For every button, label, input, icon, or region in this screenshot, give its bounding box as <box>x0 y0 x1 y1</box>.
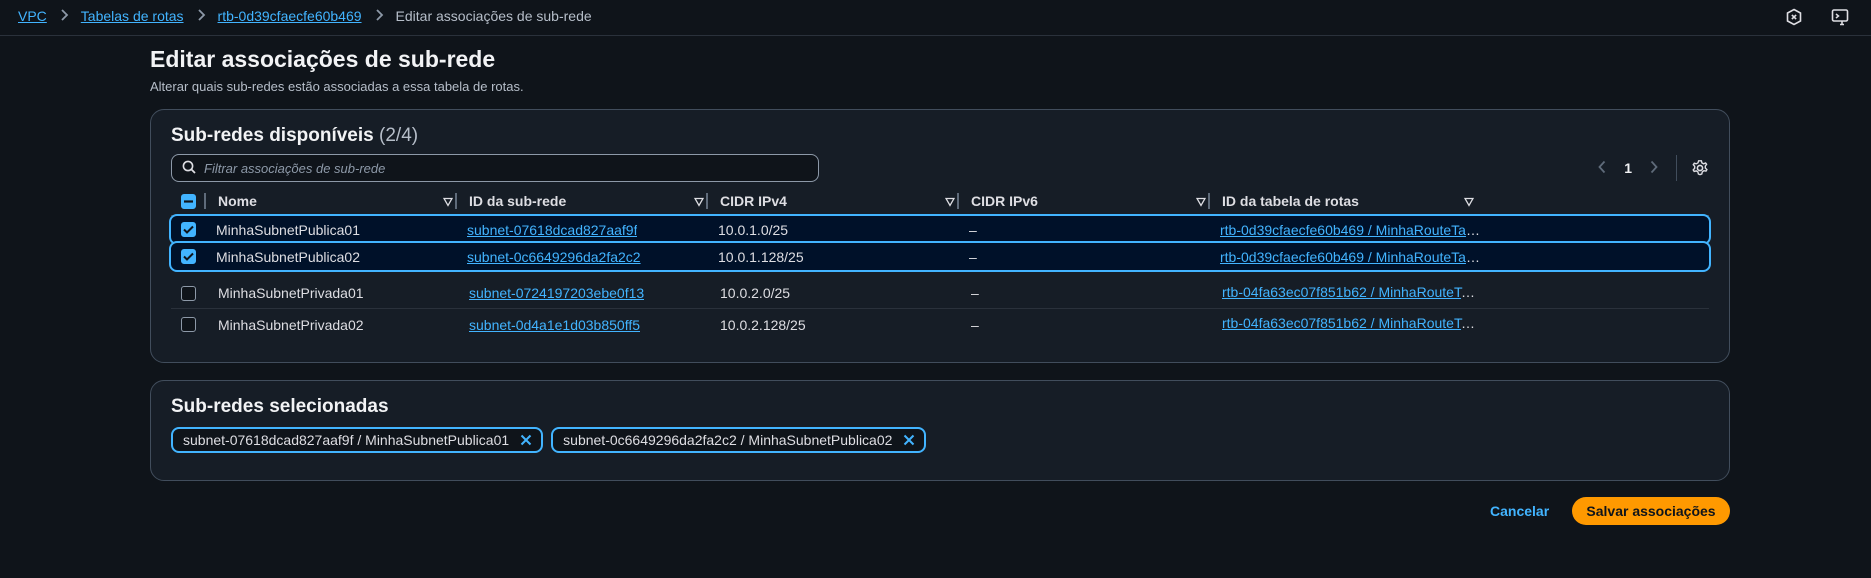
selected-token: subnet-0c6649296da2fa2c2 / MinhaSubnetPu… <box>551 427 927 453</box>
breadcrumb-route-tables[interactable]: Tabelas de rotas <box>81 8 184 24</box>
column-header-route-table[interactable]: ID da tabela de rotas <box>1222 186 1484 216</box>
available-title-text: Sub-redes disponíveis <box>171 125 374 146</box>
breadcrumb-vpc[interactable]: VPC <box>18 8 47 24</box>
sort-down-icon[interactable] <box>1195 194 1207 210</box>
route-table-link[interactable]: rtb-0d39cfaecfe60b469 / MinhaRouteTableP… <box>1220 222 1480 238</box>
breadcrumb-bar: VPC Tabelas de rotas rtb-0d39cfaecfe60b4… <box>0 0 1871 36</box>
selection-count: (2/4) <box>379 125 419 146</box>
row-select-cell <box>181 309 196 340</box>
column-subnet-id-label: ID da sub-rede <box>469 193 567 209</box>
token-label: subnet-0c6649296da2fa2c2 / MinhaSubnetPu… <box>563 432 893 448</box>
column-cidr-ipv6-label: CIDR IPv6 <box>971 193 1038 209</box>
subnet-name: MinhaSubnetPublica02 <box>216 248 360 265</box>
cloudshell-icon[interactable] <box>1829 6 1851 28</box>
pagination-divider <box>1676 155 1677 181</box>
subnet-name: MinhaSubnetPrivada01 <box>218 285 364 301</box>
cidr-ipv4: 10.0.2.0/25 <box>720 285 791 301</box>
column-route-table-label: ID da tabela de rotas <box>1222 193 1359 209</box>
selected-subnets-title: Sub-redes selecionadas <box>171 396 389 417</box>
filter-input[interactable] <box>204 160 804 176</box>
row-checkbox[interactable] <box>181 222 196 237</box>
row-select-cell <box>181 278 196 308</box>
row-checkbox[interactable] <box>181 285 196 301</box>
column-divider <box>706 193 708 209</box>
row-select-cell <box>181 243 196 270</box>
column-divider <box>957 193 959 209</box>
subnet-id-link[interactable]: subnet-0724197203ebe0f13 <box>469 285 644 301</box>
cidr-ipv6: – <box>969 221 977 238</box>
table-row[interactable]: MinhaSubnetPrivada01 subnet-0724197203eb… <box>171 278 1709 309</box>
chevron-right-icon[interactable] <box>1646 158 1662 179</box>
settings-gear-icon[interactable] <box>1691 159 1709 177</box>
selected-token: subnet-07618dcad827aaf9f / MinhaSubnetPu… <box>171 427 544 453</box>
breadcrumb: VPC Tabelas de rotas rtb-0d39cfaecfe60b4… <box>18 8 592 24</box>
shield-icon[interactable] <box>1783 6 1805 28</box>
pagination: 1 <box>1594 154 1709 182</box>
column-header-name[interactable]: Nome <box>218 186 463 216</box>
search-icon <box>182 160 196 177</box>
page-title: Editar associações de sub-rede <box>150 46 496 72</box>
chevron-right-icon <box>59 8 69 24</box>
selected-tokens: subnet-07618dcad827aaf9f / MinhaSubnetPu… <box>171 427 927 453</box>
route-table-link[interactable]: rtb-04fa63ec07f851b62 / MinhaRouteTableP… <box>1222 315 1482 331</box>
subnet-id-link[interactable]: subnet-0c6649296da2fa2c2 <box>467 249 641 265</box>
available-subnets-title: Sub-redes disponíveis (2/4) <box>171 125 418 147</box>
column-divider <box>204 193 206 209</box>
breadcrumb-current: Editar associações de sub-rede <box>395 8 592 24</box>
row-checkbox[interactable] <box>181 249 196 264</box>
column-divider <box>455 193 457 209</box>
column-name-label: Nome <box>218 193 257 209</box>
cidr-ipv4: 10.0.1.128/25 <box>718 248 804 265</box>
close-icon[interactable] <box>517 431 535 449</box>
select-all-checkbox[interactable] <box>181 193 196 209</box>
subnet-id-link[interactable]: subnet-0d4a1e1d03b850ff5 <box>469 317 640 333</box>
column-cidr-ipv4-label: CIDR IPv4 <box>720 193 787 209</box>
column-header-cidr-ipv6[interactable]: CIDR IPv6 <box>971 186 1216 216</box>
row-select-cell <box>181 216 196 243</box>
table-header: Nome ID da sub-rede CIDR IPv4 CIDR IPv6 … <box>171 186 1709 216</box>
save-associations-button[interactable]: Salvar associações <box>1572 497 1730 525</box>
top-icons <box>1783 6 1851 28</box>
route-table-link[interactable]: rtb-0d39cfaecfe60b469 / MinhaRouteTableP… <box>1220 249 1480 265</box>
sort-down-icon[interactable] <box>693 194 705 210</box>
cidr-ipv6: – <box>969 248 977 265</box>
subnet-name: MinhaSubnetPrivada02 <box>218 316 364 333</box>
sort-down-icon[interactable] <box>944 194 956 210</box>
filter-field[interactable] <box>171 154 819 182</box>
cidr-ipv4: 10.0.2.128/25 <box>720 316 806 333</box>
sort-down-icon[interactable] <box>1463 194 1475 210</box>
subnet-id-link[interactable]: subnet-07618dcad827aaf9f <box>467 222 637 238</box>
page-description: Alterar quais sub-redes estão associadas… <box>150 79 524 94</box>
token-label: subnet-07618dcad827aaf9f / MinhaSubnetPu… <box>183 432 510 448</box>
chevron-right-icon <box>374 8 384 24</box>
cidr-ipv4: 10.0.1.0/25 <box>718 221 789 238</box>
page-number[interactable]: 1 <box>1624 160 1632 176</box>
row-checkbox[interactable] <box>181 317 196 332</box>
column-divider <box>1208 193 1210 209</box>
breadcrumb-route-table-id[interactable]: rtb-0d39cfaecfe60b469 <box>218 8 362 24</box>
cidr-ipv6: – <box>971 285 979 301</box>
chevron-left-icon[interactable] <box>1594 158 1610 179</box>
column-header-subnet-id[interactable]: ID da sub-rede <box>469 186 714 216</box>
select-all-cell <box>181 186 196 216</box>
selected-subnets-panel: Sub-redes selecionadas subnet-07618dcad8… <box>150 380 1730 481</box>
table-row[interactable]: MinhaSubnetPublica02 subnet-0c6649296da2… <box>169 241 1711 272</box>
cidr-ipv6: – <box>971 316 979 333</box>
sort-down-icon[interactable] <box>442 194 454 210</box>
available-subnets-panel: Sub-redes disponíveis (2/4) 1 Nome <box>150 109 1730 363</box>
table-row[interactable]: MinhaSubnetPrivada02 subnet-0d4a1e1d03b8… <box>171 309 1709 340</box>
route-table-link[interactable]: rtb-04fa63ec07f851b62 / MinhaRouteTableP… <box>1222 284 1482 300</box>
chevron-right-icon <box>196 8 206 24</box>
column-header-cidr-ipv4[interactable]: CIDR IPv4 <box>720 186 965 216</box>
close-icon[interactable] <box>900 431 918 449</box>
cancel-button[interactable]: Cancelar <box>1480 497 1559 525</box>
subnet-name: MinhaSubnetPublica01 <box>216 221 360 238</box>
